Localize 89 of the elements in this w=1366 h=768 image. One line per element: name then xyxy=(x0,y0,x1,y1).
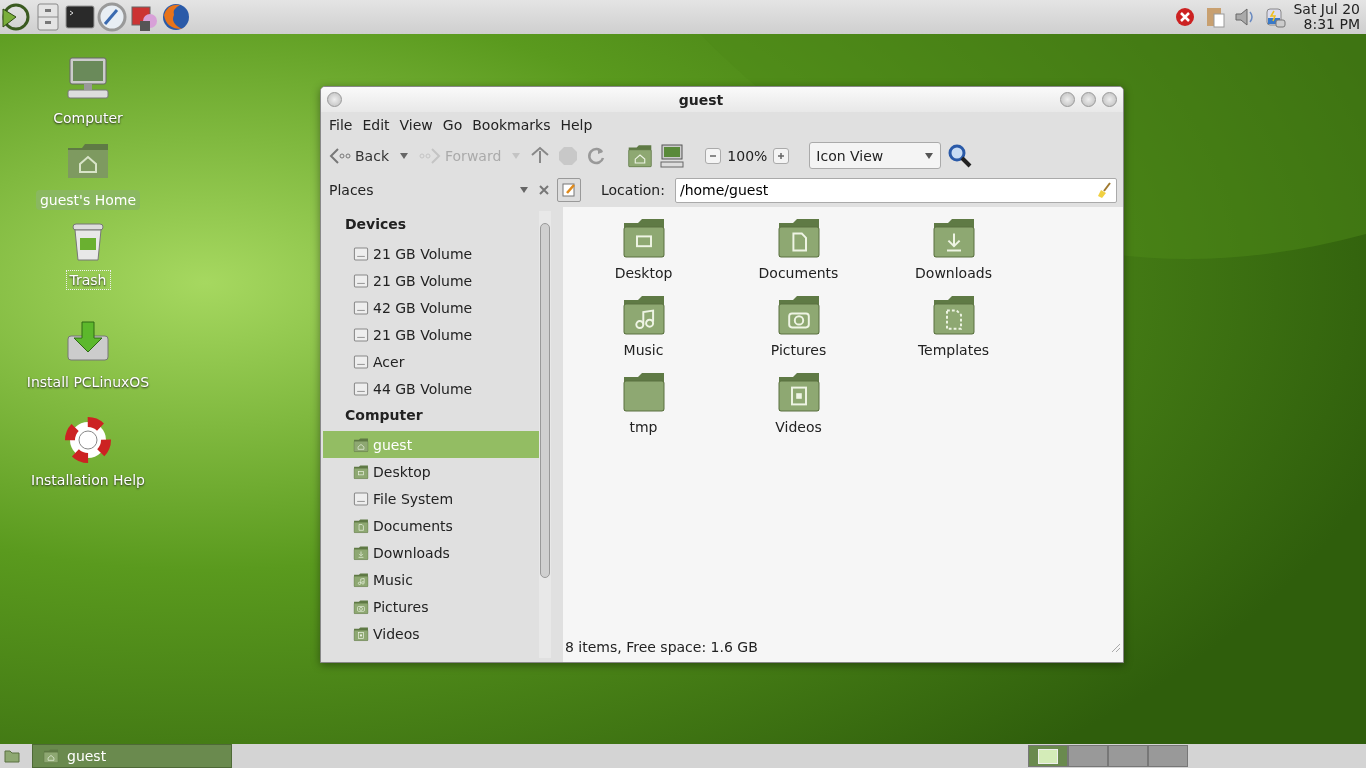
folder-icon xyxy=(353,436,369,453)
drive-icon xyxy=(353,380,369,397)
sidebar-item[interactable]: 44 GB Volume xyxy=(323,375,539,402)
back-button[interactable]: Back xyxy=(327,144,391,167)
caret-icon xyxy=(924,151,935,160)
sidebar-item[interactable]: Downloads xyxy=(323,539,539,566)
zoom-in-button[interactable] xyxy=(773,147,790,164)
folder-item[interactable]: Documents xyxy=(721,215,876,292)
menu-item[interactable]: View xyxy=(394,115,438,135)
sidebar-heading: Devices xyxy=(344,215,408,234)
menu-icon[interactable] xyxy=(0,1,32,33)
sidebar-title: Places xyxy=(329,182,375,198)
zoom-level: 100% xyxy=(727,147,768,164)
broom-icon[interactable] xyxy=(1097,181,1113,198)
zoom-out-button[interactable] xyxy=(705,147,722,164)
close-icon[interactable] xyxy=(539,185,549,195)
location-field[interactable]: /home/guest xyxy=(674,177,1117,203)
folder-item[interactable]: Music xyxy=(566,292,721,369)
computer-icon[interactable] xyxy=(64,54,112,102)
computer-icon[interactable] xyxy=(659,142,686,169)
clock-time: 8:31 PM xyxy=(1303,17,1360,32)
view-dropdown[interactable]: Icon View xyxy=(809,142,942,169)
sidebar-heading: Computer xyxy=(344,406,424,425)
folder-item[interactable]: tmp xyxy=(566,369,721,446)
sidebar-item[interactable]: 21 GB Volume xyxy=(323,267,539,294)
lifebuoy-icon[interactable] xyxy=(64,416,112,464)
maximize-button[interactable] xyxy=(1081,92,1096,107)
caret-icon xyxy=(399,151,409,160)
folder-icon xyxy=(353,598,369,615)
menu-item[interactable]: Go xyxy=(437,115,468,135)
close-button[interactable] xyxy=(1102,92,1117,107)
arrow-icon xyxy=(419,146,441,165)
search-icon[interactable] xyxy=(947,142,974,169)
folder-item[interactable]: Templates xyxy=(876,292,1031,369)
settings-icon[interactable] xyxy=(96,1,128,33)
edit-location-button[interactable] xyxy=(557,178,581,202)
caret-icon xyxy=(511,151,522,160)
sidebar-item[interactable]: 21 GB Volume xyxy=(323,321,539,348)
folder-item[interactable]: Desktop xyxy=(566,215,721,292)
drive-icon xyxy=(353,490,369,507)
folder-icon xyxy=(43,748,59,764)
sidebar-item[interactable]: Documents xyxy=(323,512,539,539)
menu-item[interactable]: File xyxy=(324,115,358,135)
folder-item[interactable]: Pictures xyxy=(721,292,876,369)
taskbar-button[interactable]: guest xyxy=(32,744,232,768)
workspace[interactable] xyxy=(1028,745,1068,767)
location-label: Location: xyxy=(601,182,665,198)
menu-item[interactable]: Help xyxy=(555,115,598,135)
window-menu-button[interactable] xyxy=(327,92,342,107)
status-text: 8 items, Free space: 1.6 GB xyxy=(565,639,758,655)
show-desktop-icon[interactable] xyxy=(4,748,20,764)
folder-item[interactable]: Videos xyxy=(721,369,876,446)
folder-icon xyxy=(353,625,369,642)
workspace[interactable] xyxy=(1068,745,1108,767)
pencil-icon xyxy=(561,182,577,198)
sidebar-item[interactable]: Videos xyxy=(323,620,539,647)
battery-icon[interactable] xyxy=(1263,5,1288,29)
folder-icon xyxy=(353,544,369,561)
drive-icon xyxy=(353,353,369,370)
sidebar-item[interactable]: Music xyxy=(323,566,539,593)
sidebar-item[interactable]: Pictures xyxy=(323,593,539,620)
plus-icon xyxy=(776,150,787,161)
scrollbar-thumb[interactable] xyxy=(540,223,550,578)
sidebar-item[interactable]: 42 GB Volume xyxy=(323,294,539,321)
drive-icon xyxy=(353,326,369,343)
menu-item[interactable]: Edit xyxy=(357,115,395,135)
folder-icon xyxy=(353,463,369,480)
drive-icon xyxy=(353,299,369,316)
folder-icon xyxy=(353,571,369,588)
sidebar-item[interactable]: Desktop xyxy=(323,458,539,485)
folder-icon xyxy=(353,517,369,534)
drive-icon xyxy=(353,245,369,262)
menu-item[interactable]: Bookmarks xyxy=(467,115,556,135)
workspace[interactable] xyxy=(1108,745,1148,767)
clock-date: Sat Jul 20 xyxy=(1293,2,1360,17)
caret-icon[interactable] xyxy=(519,186,529,194)
workspace[interactable] xyxy=(1148,745,1188,767)
sidebar-item[interactable]: Acer xyxy=(323,348,539,375)
window-title: guest xyxy=(677,91,725,108)
browser-icon[interactable] xyxy=(160,1,192,33)
folder-item[interactable]: Downloads xyxy=(876,215,1031,292)
resize-grip-icon[interactable] xyxy=(1109,641,1121,653)
sidebar-item[interactable]: 21 GB Volume xyxy=(323,240,539,267)
arrow-icon xyxy=(329,146,351,165)
home-folder-icon[interactable] xyxy=(627,142,654,169)
sidebar-item[interactable]: File System xyxy=(323,485,539,512)
scrollbar[interactable] xyxy=(539,211,551,658)
minimize-button[interactable] xyxy=(1060,92,1075,107)
drive-icon xyxy=(353,272,369,289)
